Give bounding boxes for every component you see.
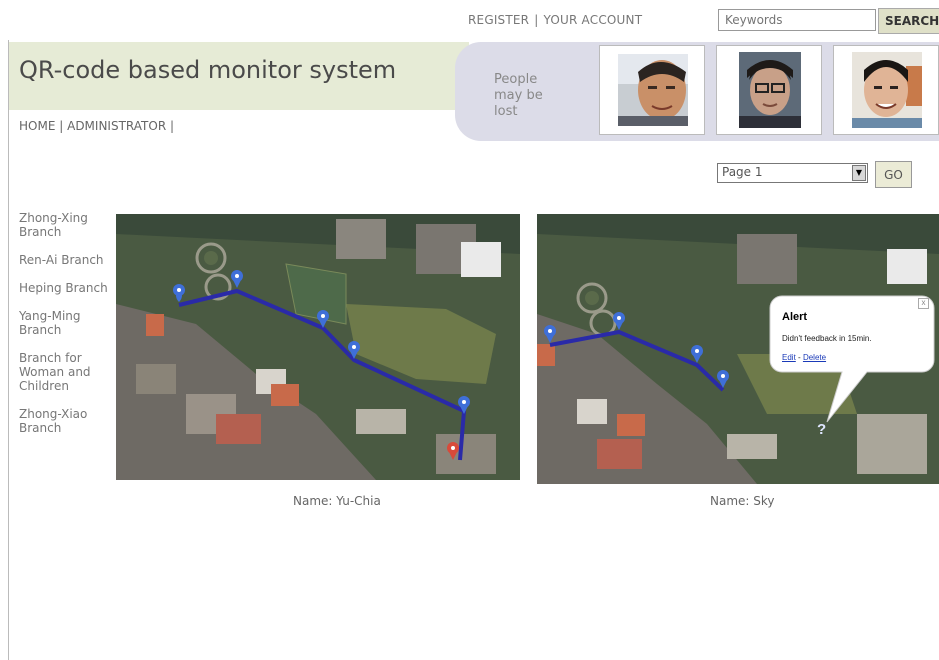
your-account-link[interactable]: YOUR ACCOUNT: [543, 13, 642, 27]
register-link[interactable]: REGISTER: [468, 13, 529, 27]
branch-label: Branch: [19, 225, 62, 239]
alert-actions: Edit - Delete: [782, 353, 826, 362]
left-border-line: [8, 40, 9, 660]
alert-delete-link[interactable]: Delete: [803, 353, 826, 362]
branch-item-heping[interactable]: Heping Branch: [19, 281, 114, 295]
branch-label: Branch: [19, 421, 62, 435]
lost-label-line: lost: [494, 104, 518, 119]
unknown-location-marker-icon[interactable]: ?: [817, 421, 826, 438]
search-button[interactable]: SEARCH: [878, 8, 939, 34]
main-nav-trailing-separator: |: [169, 119, 175, 133]
branch-item-yang-ming[interactable]: Yang-Ming Branch: [19, 309, 114, 337]
lost-person-photo-1[interactable]: [599, 45, 705, 135]
alert-title: Alert: [782, 311, 808, 323]
branch-item-zhong-xing[interactable]: Zhong-Xing Branch: [19, 211, 114, 239]
lost-person-photo-3[interactable]: [833, 45, 939, 135]
lost-label-line: may be: [494, 88, 543, 103]
branch-label: Children: [19, 379, 69, 393]
branch-label: Zhong-Xing: [19, 211, 88, 225]
lost-people-label: People may be lost: [494, 72, 574, 120]
branch-item-woman-children[interactable]: Branch for Woman and Children: [19, 351, 114, 393]
page-select-value: Page 1: [722, 165, 763, 179]
alert-edit-link[interactable]: Edit: [782, 353, 796, 362]
branch-label: Ren-Ai Branch: [19, 253, 104, 267]
alert-action-separator: -: [798, 353, 801, 362]
map-yu-chia[interactable]: [116, 214, 520, 480]
go-button[interactable]: GO: [875, 161, 912, 188]
search-input[interactable]: [718, 9, 876, 31]
branch-label: Yang-Ming: [19, 309, 81, 323]
branch-label: Zhong-Xiao: [19, 407, 88, 421]
main-nav-separator: |: [59, 119, 64, 133]
branch-label: Branch: [19, 323, 62, 337]
branch-item-ren-ai[interactable]: Ren-Ai Branch: [19, 253, 114, 267]
dropdown-arrow-icon[interactable]: ▼: [852, 165, 866, 181]
lost-label-line: People: [494, 72, 538, 87]
main-nav: HOME | ADMINISTRATOR |: [19, 119, 174, 133]
map-caption-sky: Name: Sky: [710, 494, 775, 508]
top-nav: REGISTER | YOUR ACCOUNT: [468, 13, 642, 27]
branch-list: Zhong-Xing Branch Ren-Ai Branch Heping B…: [19, 211, 114, 435]
map-sky[interactable]: Alert x Didn't feedback in 15min. Edit -…: [537, 214, 939, 484]
map-caption-yu-chia: Name: Yu-Chia: [293, 494, 381, 508]
branch-label: Woman and: [19, 365, 91, 379]
site-title: QR-code based monitor system: [19, 56, 397, 84]
lost-person-photo-2[interactable]: [716, 45, 822, 135]
administrator-link[interactable]: ADMINISTRATOR: [67, 119, 166, 133]
page-select[interactable]: Page 1 ▼: [717, 163, 868, 183]
alert-close-icon[interactable]: x: [918, 298, 929, 309]
home-link[interactable]: HOME: [19, 119, 55, 133]
branch-label: Branch for: [19, 351, 82, 365]
branch-label: Heping Branch: [19, 281, 108, 295]
branch-item-zhong-xiao[interactable]: Zhong-Xiao Branch: [19, 407, 114, 435]
top-nav-separator: |: [534, 13, 539, 27]
alert-message: Didn't feedback in 15min.: [782, 334, 872, 343]
